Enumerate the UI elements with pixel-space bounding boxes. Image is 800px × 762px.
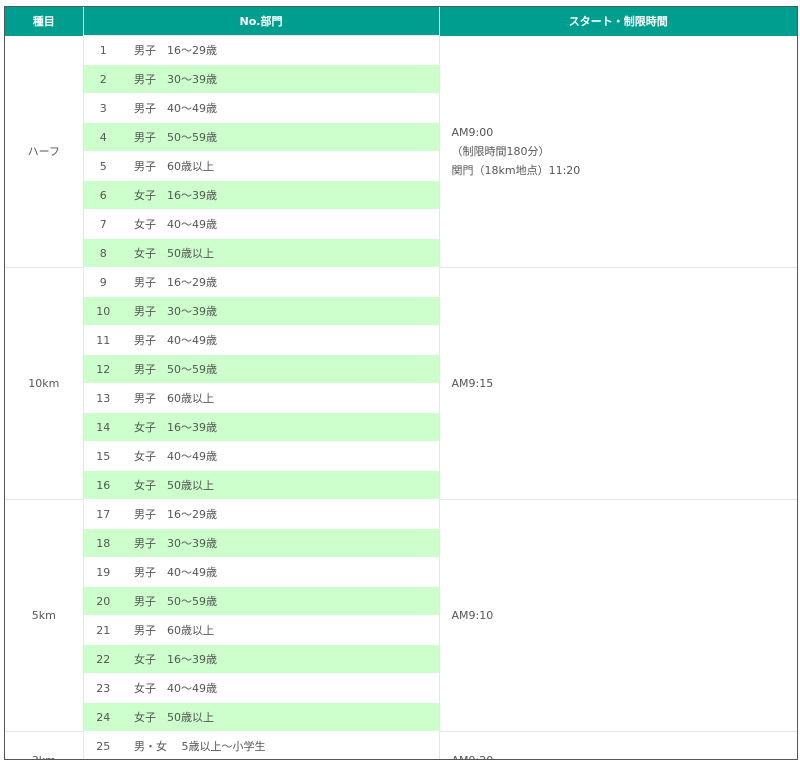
start-time-text: AM9:20 (452, 751, 797, 759)
header-division: No.部門 (82, 7, 440, 36)
division-name-cell: 男子 60歳以上 (123, 151, 440, 181)
division-number-cell: 7 (83, 209, 123, 239)
table-row: 10km 9 男子 16〜29歳 AM9:15 (5, 267, 797, 500)
division-number-cell: 18 (83, 528, 123, 558)
race-divisions-table-frame: 種目 No.部門 スタート・制限時間 ハーフ 1 男子 16〜29歳 AM9:00 （制… (4, 6, 798, 760)
table-row: 3km25男・女 5歳以上〜小学生 AM9:20 (5, 731, 797, 759)
division-number-cell: 9 (83, 267, 123, 297)
division-name-cell: 女子 50歳以上 (123, 238, 440, 268)
division-name-cell: 男子 40〜49歳 (123, 325, 440, 355)
division-number-cell: 2 (83, 64, 123, 94)
division-name-cell: 女子 16〜39歳 (123, 412, 440, 442)
division-number-cell: 22 (83, 644, 123, 674)
division-number-cell: 10 (83, 296, 123, 326)
division-number-cell: 13 (83, 383, 123, 413)
division-number-cell: 12 (83, 354, 123, 384)
division-number-cell: 1 (83, 35, 123, 65)
division-name-cell: 男子 40〜49歳 (123, 557, 440, 587)
division-number-cell: 15 (83, 441, 123, 471)
event-type-cell: 5km (5, 499, 84, 732)
division-name-cell: 女子 40〜49歳 (123, 673, 440, 703)
division-number-cell: 16 (83, 470, 123, 500)
division-number-cell: 25 (83, 731, 123, 759)
division-name-cell: 男子 16〜29歳 (123, 499, 440, 529)
division-number-cell: 11 (83, 325, 123, 355)
table-body: ハーフ 1 男子 16〜29歳 AM9:00 （制限時間180分） 関門（18km地点）1… (5, 35, 797, 759)
division-name-cell: 女子 16〜39歳 (123, 180, 440, 210)
table-header-row: 種目 No.部門 スタート・制限時間 (5, 7, 797, 36)
division-name-cell: 男子 60歳以上 (123, 615, 440, 645)
event-type-cell: 3km (5, 731, 84, 759)
division-name-cell: 女子 50歳以上 (123, 702, 440, 732)
division-name-cell: 男子 30〜39歳 (123, 64, 440, 94)
event-type-cell: ハーフ (5, 35, 84, 268)
division-name-cell: 男子 16〜29歳 (123, 35, 440, 65)
start-time-cell: AM9:20 (438, 731, 797, 759)
division-number-cell: 6 (83, 180, 123, 210)
division-number-cell: 19 (83, 557, 123, 587)
division-name-cell: 男・女 5歳以上〜小学生 (123, 731, 440, 759)
division-name-cell: 女子 16〜39歳 (123, 644, 440, 674)
event-type-cell: 10km (5, 267, 84, 500)
division-name-cell: 女子 40〜49歳 (123, 441, 440, 471)
time-limit-note: （制限時間180分） (451, 144, 550, 158)
division-name-cell: 男子 16〜29歳 (123, 267, 440, 297)
division-number-cell: 8 (83, 238, 123, 268)
table-row: ハーフ 1 男子 16〜29歳 AM9:00 （制限時間180分） 関門（18km地点）1… (5, 35, 797, 268)
division-name-cell: 男子 40〜49歳 (123, 93, 440, 123)
division-name-cell: 男子 30〜39歳 (123, 528, 440, 558)
start-time-cell: AM9:10 (438, 499, 797, 732)
header-type: 種目 (5, 7, 83, 36)
division-number-cell: 24 (83, 702, 123, 732)
division-number-cell: 4 (83, 122, 123, 152)
race-divisions-table: 種目 No.部門 スタート・制限時間 ハーフ 1 男子 16〜29歳 AM9:00 （制… (5, 7, 797, 759)
start-time-text: AM9:15 (451, 377, 494, 390)
time-limit-note: 関門（18km地点）11:20 (451, 163, 581, 177)
start-time-cell: AM9:00 （制限時間180分） 関門（18km地点）11:20 (438, 35, 797, 268)
division-number-cell: 20 (83, 586, 123, 616)
division-number-cell: 21 (83, 615, 123, 645)
division-number-cell: 23 (83, 673, 123, 703)
division-number-cell: 17 (83, 499, 123, 529)
start-time-text: AM9:00 (451, 125, 494, 139)
start-time-cell: AM9:15 (438, 267, 797, 500)
division-number-cell: 3 (83, 93, 123, 123)
division-name-cell: 男子 50〜59歳 (123, 354, 440, 384)
division-name-cell: 女子 40〜49歳 (123, 209, 440, 239)
division-name-cell: 女子 50歳以上 (123, 470, 440, 500)
division-name-cell: 男子 50〜59歳 (123, 122, 440, 152)
header-start: スタート・制限時間 (438, 7, 797, 36)
division-number-cell: 14 (83, 412, 123, 442)
division-name-cell: 男子 30〜39歳 (123, 296, 440, 326)
division-number-cell: 5 (83, 151, 123, 181)
division-name-cell: 男子 60歳以上 (123, 383, 440, 413)
table-row: 5km 17 男子 16〜29歳 AM9:10 (5, 499, 797, 732)
division-name-cell: 男子 50〜59歳 (123, 586, 440, 616)
start-time-text: AM9:10 (451, 609, 494, 622)
